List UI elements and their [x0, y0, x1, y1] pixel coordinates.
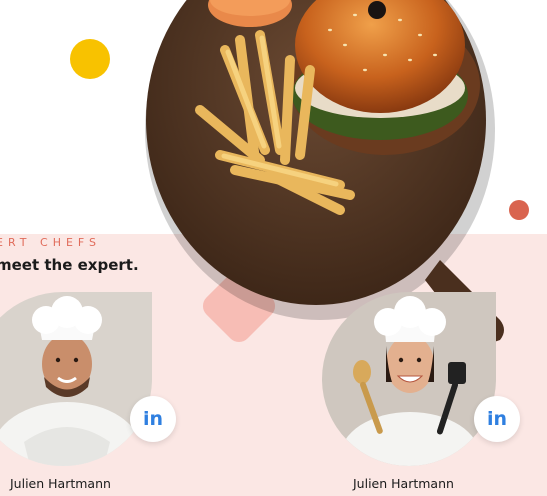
linkedin-button[interactable]: in — [474, 396, 520, 442]
linkedin-icon: in — [486, 408, 508, 430]
chef-card: in Julien Hartmann — [322, 292, 532, 496]
section-eyebrow: ERT CHEFS — [0, 236, 102, 249]
chef-name: Julien Hartmann — [10, 476, 111, 491]
chef-photo — [322, 292, 496, 466]
linkedin-button[interactable]: in — [130, 396, 176, 442]
yellow-dot-decoration — [70, 39, 110, 79]
linkedin-icon: in — [142, 408, 164, 430]
hero-section — [0, 0, 547, 234]
chef-card: in Julien Hartmann — [0, 292, 190, 496]
red-dot-decoration — [509, 200, 529, 220]
section-headline: meet the expert. — [0, 256, 139, 274]
chef-photo — [0, 292, 152, 466]
chef-name: Julien Hartmann — [353, 476, 454, 491]
